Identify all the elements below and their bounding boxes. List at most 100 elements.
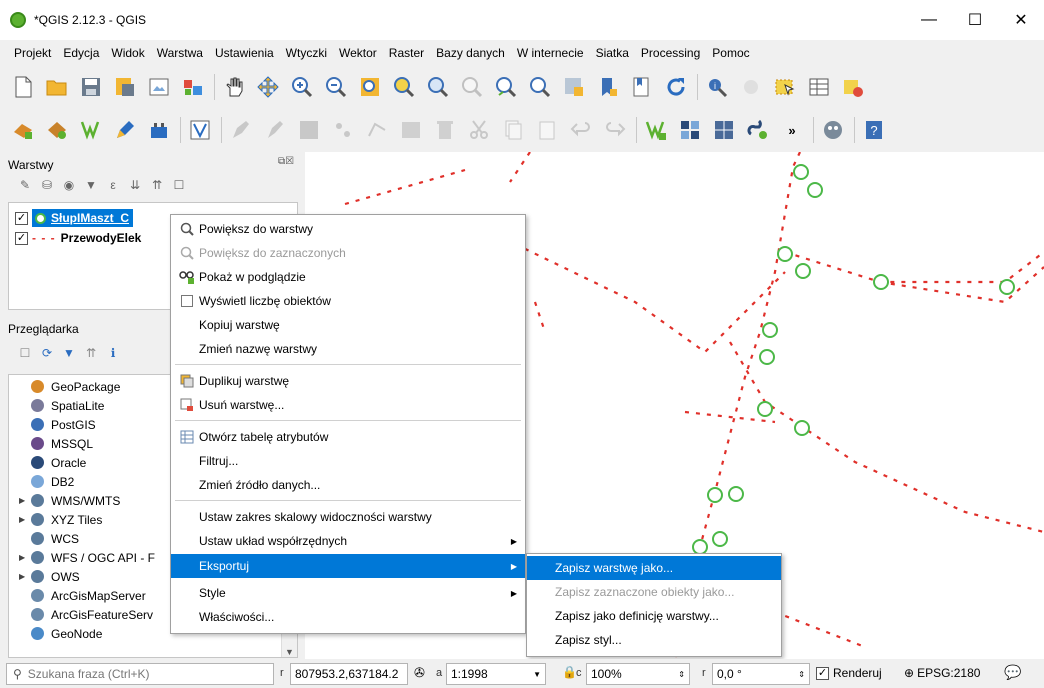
deselect-icon[interactable] <box>840 74 866 100</box>
menu-wektor[interactable]: Wektor <box>333 46 383 60</box>
add-group-icon[interactable]: ⛁ <box>36 176 58 194</box>
menu-w-internecie[interactable]: W internecie <box>511 46 590 60</box>
undo-icon[interactable] <box>568 117 594 143</box>
save-project-icon[interactable] <box>78 74 104 100</box>
open-project-icon[interactable] <box>44 74 70 100</box>
add-selected-icon[interactable]: ☐ <box>14 344 36 362</box>
select-features-icon[interactable] <box>772 74 798 100</box>
menu-siatka[interactable]: Siatka <box>590 46 635 60</box>
menu-copy-layer[interactable]: Kopiuj warstwę <box>171 313 525 337</box>
action-icon[interactable] <box>738 74 764 100</box>
menu-set-scale-visibility[interactable]: Ustaw zakres skalowy widoczności warstwy <box>171 505 525 529</box>
expand-all-icon[interactable]: ⇊ <box>124 176 146 194</box>
pan-to-selection-icon[interactable] <box>255 74 281 100</box>
zoom-full-icon[interactable] <box>357 74 383 100</box>
menu-set-crs[interactable]: Ustaw układ współrzędnych ▶ <box>171 529 525 553</box>
zoom-last-icon[interactable] <box>493 74 519 100</box>
open-table-icon[interactable] <box>806 74 832 100</box>
menu-warstwa[interactable]: Warstwa <box>151 46 209 60</box>
menu-filter[interactable]: Filtruj... <box>171 449 525 473</box>
properties-icon[interactable]: ℹ <box>102 344 124 362</box>
new-shapefile-icon[interactable] <box>643 117 669 143</box>
zoom-selection-icon[interactable] <box>391 74 417 100</box>
layer-row-slupimaszt[interactable]: ✓ SłupIMaszt_C <box>15 209 134 227</box>
edit-icon[interactable] <box>262 117 288 143</box>
refresh-icon[interactable] <box>663 74 689 100</box>
menu-raster[interactable]: Raster <box>383 46 430 60</box>
menu-show-in-overview[interactable]: Pokaż w podglądzie <box>171 265 525 289</box>
menu-open-attribute-table[interactable]: Otwórz tabelę atrybutów <box>171 425 525 449</box>
cut-features-icon[interactable] <box>466 117 492 143</box>
menu-rename-layer[interactable]: Zmień nazwę warstwy <box>171 337 525 361</box>
python-console-icon[interactable] <box>745 117 771 143</box>
help-icon[interactable]: ? <box>861 117 887 143</box>
magnifier-spinbox[interactable]: 100% ⇕ <box>586 663 690 685</box>
menu-zoom-to-layer[interactable]: Powiększ do warstwy <box>171 217 525 241</box>
scroll-down-icon[interactable]: ▼ <box>285 647 294 657</box>
menu-save-layer-definition[interactable]: Zapisz jako definicję warstwy... <box>527 604 781 628</box>
delete-selected-icon[interactable] <box>432 117 458 143</box>
menu-ustawienia[interactable]: Ustawienia <box>209 46 280 60</box>
menu-properties[interactable]: Właściwości... <box>171 605 525 629</box>
visibility-icon[interactable]: ◉ <box>58 176 80 194</box>
lock-scale-icon[interactable]: 🔒 <box>562 665 577 679</box>
menu-change-data-source[interactable]: Zmień źródło danych... <box>171 473 525 497</box>
menu-save-selected-as[interactable]: Zapisz zaznaczone obiekty jako... <box>527 580 781 604</box>
expand-arrow-icon[interactable]: ▶ <box>19 572 29 581</box>
menu-styles[interactable]: Style ▶ <box>171 581 525 605</box>
toggle-editing-icon[interactable] <box>228 117 254 143</box>
menu-show-feature-count[interactable]: Wyświetl liczbę obiektów <box>171 289 525 313</box>
crs-button[interactable]: ⊕ EPSG:2180 <box>904 666 980 680</box>
menu-export[interactable]: Eksportuj ▶ <box>171 554 525 578</box>
pan-hand-icon[interactable] <box>221 74 247 100</box>
render-toggle[interactable]: ✓ Renderuj <box>816 666 882 680</box>
expand-arrow-icon[interactable]: ▶ <box>19 496 29 505</box>
expand-arrow-icon[interactable]: ▶ <box>19 553 29 562</box>
new-spatialite-icon[interactable] <box>711 117 737 143</box>
zoom-native-icon[interactable] <box>459 74 485 100</box>
print-layout-icon[interactable] <box>146 74 172 100</box>
rotation-spinbox[interactable]: 0,0 ° ⇕ <box>712 663 810 685</box>
maximize-button[interactable]: ☐ <box>952 0 998 40</box>
filter-expression-icon[interactable]: ε <box>102 176 124 194</box>
save-as-icon[interactable] <box>112 74 138 100</box>
remove-layer-icon[interactable]: ☐ <box>168 176 190 194</box>
redo-icon[interactable] <box>602 117 628 143</box>
menu-edycja[interactable]: Edycja <box>57 46 105 60</box>
zoom-in-icon[interactable] <box>289 74 315 100</box>
menu-save-style[interactable]: Zapisz styl... <box>527 628 781 652</box>
menu-save-layer-as[interactable]: Zapisz warstwę jako... <box>527 556 781 580</box>
show-bookmarks-icon[interactable] <box>629 74 655 100</box>
toggle-extents-icon[interactable]: ✇ <box>414 665 425 681</box>
menu-widok[interactable]: Widok <box>105 46 150 60</box>
copy-features-icon[interactable] <box>500 117 526 143</box>
modify-attributes-icon[interactable] <box>398 117 424 143</box>
add-gps-icon[interactable] <box>146 117 172 143</box>
collapse-all-icon[interactable]: ⇈ <box>146 176 168 194</box>
filter-legend-icon[interactable]: ▼ <box>80 176 102 194</box>
toolbar-overflow-icon[interactable]: » <box>779 117 805 143</box>
zoom-layer-icon[interactable] <box>425 74 451 100</box>
paste-features-icon[interactable] <box>534 117 560 143</box>
new-project-icon[interactable] <box>10 74 36 100</box>
scale-combobox[interactable]: 1:1998 ▼ <box>446 663 546 685</box>
save-edits-icon[interactable] <box>296 117 322 143</box>
locator-search-input[interactable]: ⚲ Szukana fraza (Ctrl+K) <box>6 663 274 685</box>
new-map-view-icon[interactable] <box>561 74 587 100</box>
close-button[interactable]: ✕ <box>998 0 1044 40</box>
vertex-tool-icon[interactable] <box>364 117 390 143</box>
add-wms-icon[interactable] <box>78 117 104 143</box>
menu-projekt[interactable]: Projekt <box>8 46 57 60</box>
filter-browser-icon[interactable]: ▼ <box>58 344 80 362</box>
panel-dock-buttons[interactable]: ⧉☒ <box>278 156 294 167</box>
add-vector-icon[interactable] <box>44 117 70 143</box>
style-panel-icon[interactable]: ✎ <box>14 176 36 194</box>
menu-duplicate-layer[interactable]: Duplikuj warstwę <box>171 369 525 393</box>
zoom-out-icon[interactable] <box>323 74 349 100</box>
refresh-browser-icon[interactable]: ⟳ <box>36 344 58 362</box>
layer-row-przewody[interactable]: ✓ - - - PrzewodyElek <box>15 229 141 247</box>
expand-arrow-icon[interactable]: ▶ <box>19 515 29 524</box>
messages-icon[interactable]: 💬 <box>1004 664 1021 681</box>
add-feature-icon[interactable] <box>330 117 356 143</box>
minimize-button[interactable]: — <box>906 0 952 40</box>
